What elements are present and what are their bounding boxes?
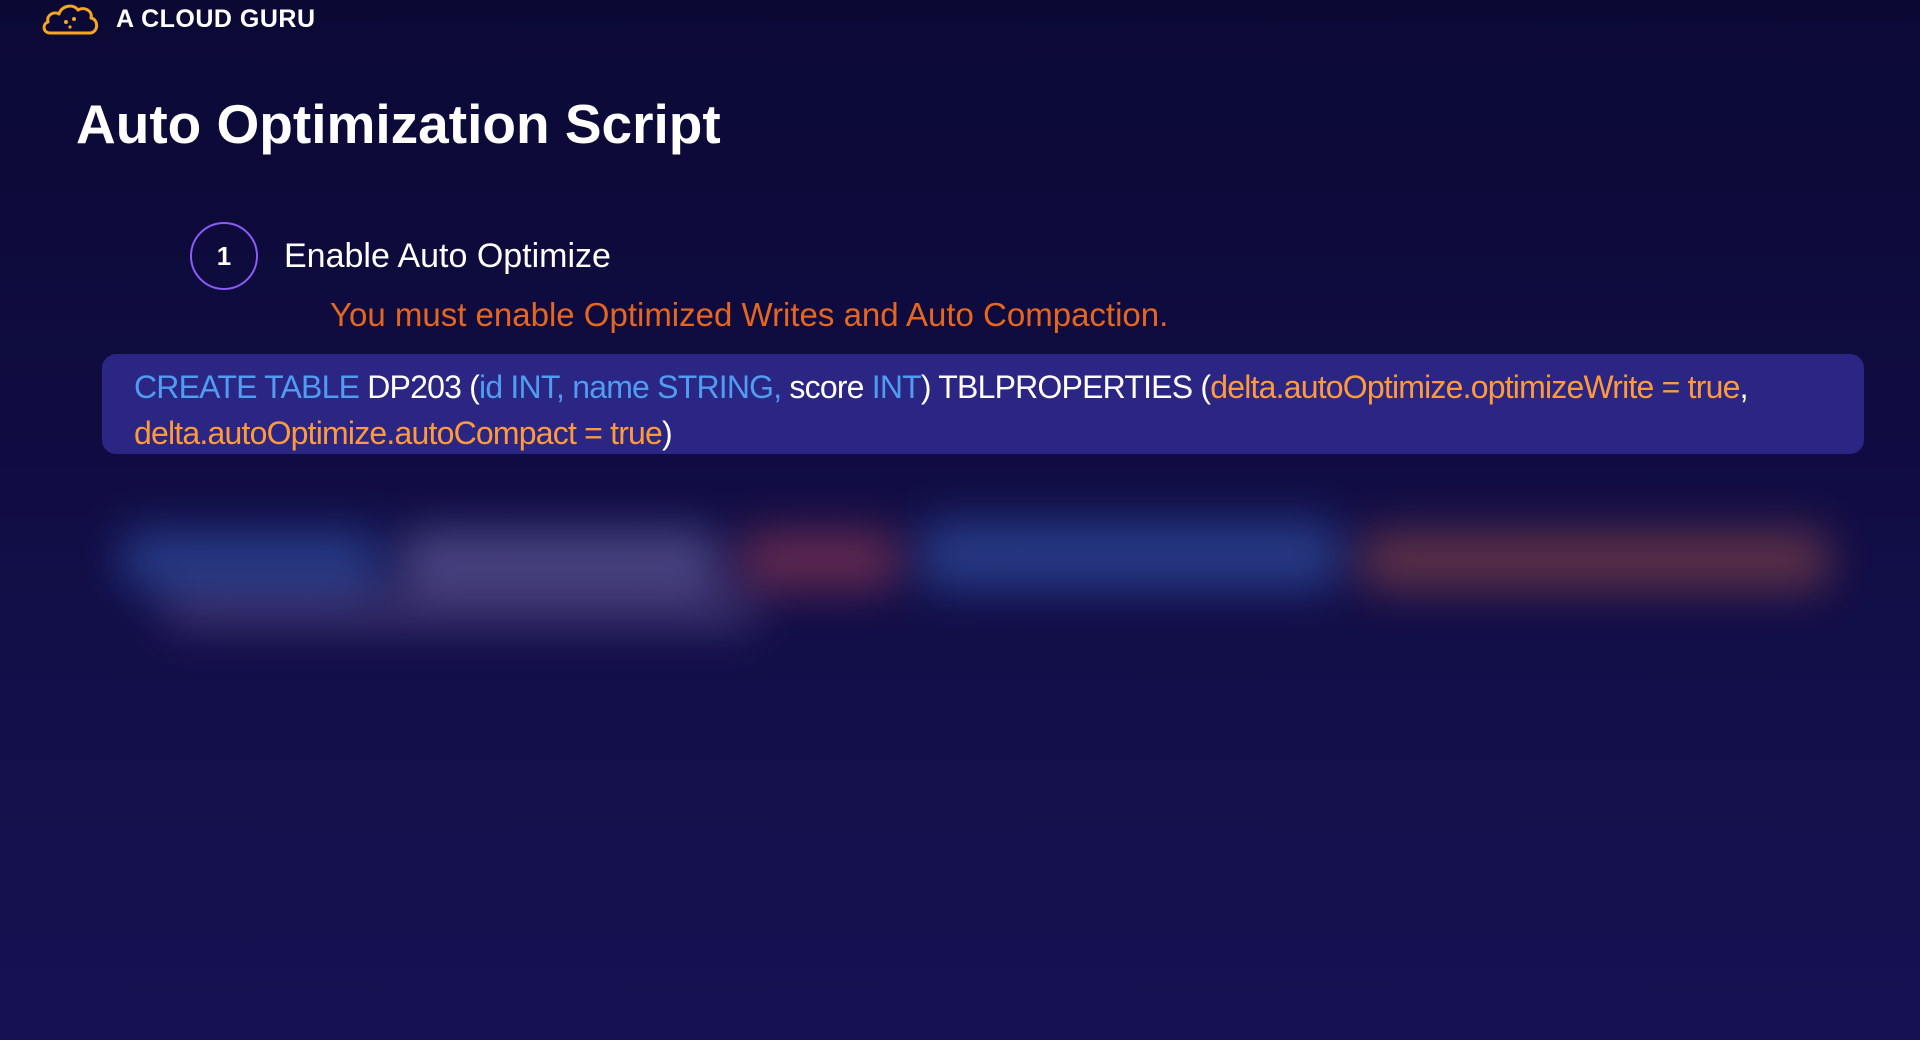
- blurred-reflection: [80, 500, 1870, 640]
- cloud-logo-icon: [40, 2, 102, 36]
- step-number-badge: 1: [190, 222, 258, 290]
- slide-title: Auto Optimization Script: [76, 93, 721, 155]
- code-token: delta.autoOptimize.autoCompact = true: [134, 415, 663, 451]
- code-token: INT: [871, 369, 922, 405]
- code-token: delta.autoOptimize.optimizeWrite = true: [1210, 369, 1740, 405]
- code-token: ): [662, 415, 673, 451]
- brand-name: A CLOUD GURU: [116, 4, 316, 33]
- slide: A CLOUD GURU Auto Optimization Script 1 …: [0, 0, 1920, 1040]
- code-token: score: [789, 369, 872, 405]
- code-line-1: CREATE TABLE DP203 (id INT, name STRING,…: [134, 364, 1832, 410]
- code-token: DP203 (: [367, 369, 480, 405]
- code-token: id INT, name STRING,: [479, 369, 790, 405]
- code-token: ,: [1739, 369, 1749, 405]
- code-token: CREATE TABLE: [134, 369, 368, 405]
- step-note: You must enable Optimized Writes and Aut…: [330, 296, 1169, 333]
- code-line-2: delta.autoOptimize.autoCompact = true): [134, 410, 1832, 456]
- code-block: CREATE TABLE DP203 (id INT, name STRING,…: [102, 354, 1864, 454]
- brand: A CLOUD GURU: [40, 2, 316, 36]
- step-label: Enable Auto Optimize: [284, 236, 611, 275]
- step-item: 1 Enable Auto Optimize: [190, 222, 611, 290]
- code-token: ) TBLPROPERTIES (: [920, 369, 1211, 405]
